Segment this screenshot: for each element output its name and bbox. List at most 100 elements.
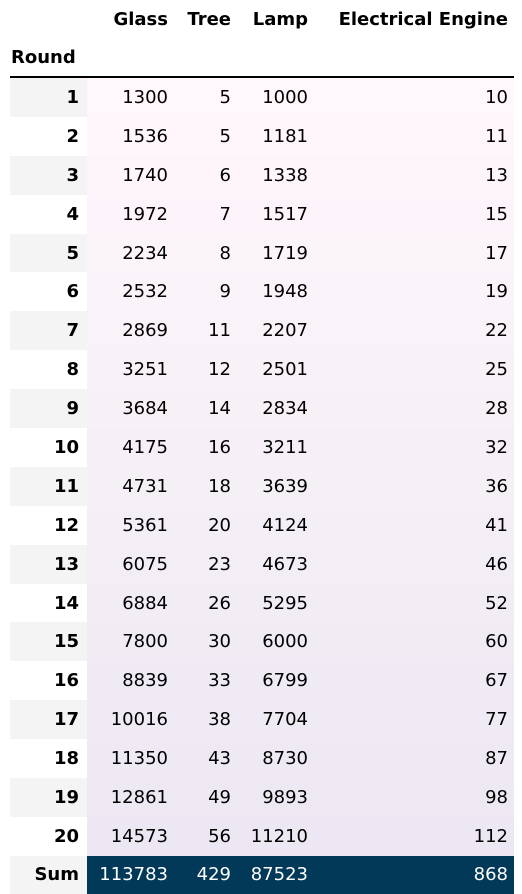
table-row: 13 6075 23 4673 46 (10, 544, 514, 584)
table-row: 14 6884 26 5295 52 (10, 583, 514, 623)
cell-tree: 12 (174, 350, 237, 390)
row-index: 9 (10, 389, 87, 429)
cell-tree: 11 (174, 311, 237, 351)
cell-glass: 7800 (87, 622, 174, 662)
cell-tree: 8 (174, 233, 237, 273)
row-index: 7 (10, 311, 87, 351)
table-row: 8 3251 12 2501 25 (10, 350, 514, 390)
table-row: 6 2532 9 1948 19 (10, 272, 514, 312)
row-index: 14 (10, 583, 87, 623)
table-row: 19 12861 49 9893 98 (10, 778, 514, 817)
cell-glass: 14573 (87, 816, 174, 856)
row-index: 4 (10, 194, 87, 234)
cell-electrical-engine: 46 (314, 544, 514, 584)
cell-electrical-engine: 13 (314, 155, 514, 195)
cell-electrical-engine: 28 (314, 389, 514, 429)
row-index: 2 (10, 116, 87, 156)
cell-electrical-engine: 87 (314, 739, 514, 779)
row-index: 11 (10, 466, 87, 506)
cell-tree: 26 (174, 583, 237, 623)
cell-electrical-engine: 25 (314, 350, 514, 390)
column-header-glass: Glass (113, 8, 168, 30)
cell-glass: 4731 (87, 466, 174, 506)
table-row: 11 4731 18 3639 36 (10, 466, 514, 506)
sum-glass: 113783 (87, 855, 174, 894)
cell-tree: 38 (174, 700, 237, 740)
cell-tree: 16 (174, 428, 237, 467)
cell-tree: 20 (174, 505, 237, 545)
sum-row: Sum 113783 429 87523 868 (10, 855, 514, 894)
cell-lamp: 1338 (237, 155, 314, 195)
row-index: 13 (10, 544, 87, 584)
cell-tree: 7 (174, 194, 237, 234)
row-index: 18 (10, 739, 87, 779)
cell-glass: 1740 (87, 155, 174, 195)
cell-tree: 23 (174, 544, 237, 584)
cell-glass: 6884 (87, 583, 174, 623)
cell-tree: 9 (174, 272, 237, 312)
index-header-row: Round (10, 38, 514, 78)
cell-electrical-engine: 11 (314, 116, 514, 156)
cell-glass: 2869 (87, 311, 174, 351)
cell-glass: 3251 (87, 350, 174, 390)
table-row: 18 11350 43 8730 87 (10, 739, 514, 779)
row-index: 16 (10, 661, 87, 701)
cell-glass: 4175 (87, 428, 174, 467)
cell-glass: 5361 (87, 505, 174, 545)
index-header-round: Round (10, 38, 87, 78)
cell-glass: 6075 (87, 544, 174, 584)
cell-lamp: 2501 (237, 350, 314, 390)
table-row: 1 1300 5 1000 10 (10, 77, 514, 117)
cell-lamp: 1000 (237, 77, 314, 117)
row-index: 5 (10, 233, 87, 273)
data-table: Glass Tree Lamp Electrical Engine Round … (10, 0, 514, 894)
cell-electrical-engine: 36 (314, 466, 514, 506)
table-row: 15 7800 30 6000 60 (10, 622, 514, 662)
cell-electrical-engine: 19 (314, 272, 514, 312)
cell-glass: 11350 (87, 739, 174, 779)
table-row: 9 3684 14 2834 28 (10, 389, 514, 429)
cell-tree: 5 (174, 116, 237, 156)
cell-electrical-engine: 77 (314, 700, 514, 740)
cell-lamp: 9893 (237, 778, 314, 817)
cell-tree: 6 (174, 155, 237, 195)
row-index: 3 (10, 155, 87, 195)
sum-lamp: 87523 (237, 855, 314, 894)
cell-lamp: 2207 (237, 311, 314, 351)
table-row: 20 14573 56 11210 112 (10, 816, 514, 856)
cell-glass: 2234 (87, 233, 174, 273)
column-header-lamp: Lamp (252, 8, 308, 30)
row-index: 10 (10, 428, 87, 467)
column-header-blank (10, 0, 87, 38)
table-row: 12 5361 20 4124 41 (10, 505, 514, 545)
cell-lamp: 6799 (237, 661, 314, 701)
cell-lamp: 4124 (237, 505, 314, 545)
row-index: 12 (10, 505, 87, 545)
cell-electrical-engine: 98 (314, 778, 514, 817)
cell-lamp: 3639 (237, 466, 314, 506)
cell-electrical-engine: 41 (314, 505, 514, 545)
cell-glass: 12861 (87, 778, 174, 817)
cell-glass: 1536 (87, 116, 174, 156)
cell-tree: 43 (174, 739, 237, 779)
table-row: 4 1972 7 1517 15 (10, 194, 514, 234)
cell-lamp: 7704 (237, 700, 314, 740)
cell-tree: 33 (174, 661, 237, 701)
table-row: 10 4175 16 3211 32 (10, 428, 514, 467)
row-index: 1 (10, 77, 87, 117)
row-index: 6 (10, 272, 87, 312)
cell-lamp: 1517 (237, 194, 314, 234)
cell-electrical-engine: 10 (314, 77, 514, 117)
table-row: 16 8839 33 6799 67 (10, 661, 514, 701)
cell-lamp: 4673 (237, 544, 314, 584)
cell-lamp: 11210 (237, 816, 314, 856)
cell-glass: 8839 (87, 661, 174, 701)
table-row: 3 1740 6 1338 13 (10, 155, 514, 195)
cell-tree: 14 (174, 389, 237, 429)
cell-lamp: 3211 (237, 428, 314, 467)
cell-tree: 18 (174, 466, 237, 506)
cell-glass: 1972 (87, 194, 174, 234)
cell-electrical-engine: 22 (314, 311, 514, 351)
cell-lamp: 6000 (237, 622, 314, 662)
cell-lamp: 1181 (237, 116, 314, 156)
